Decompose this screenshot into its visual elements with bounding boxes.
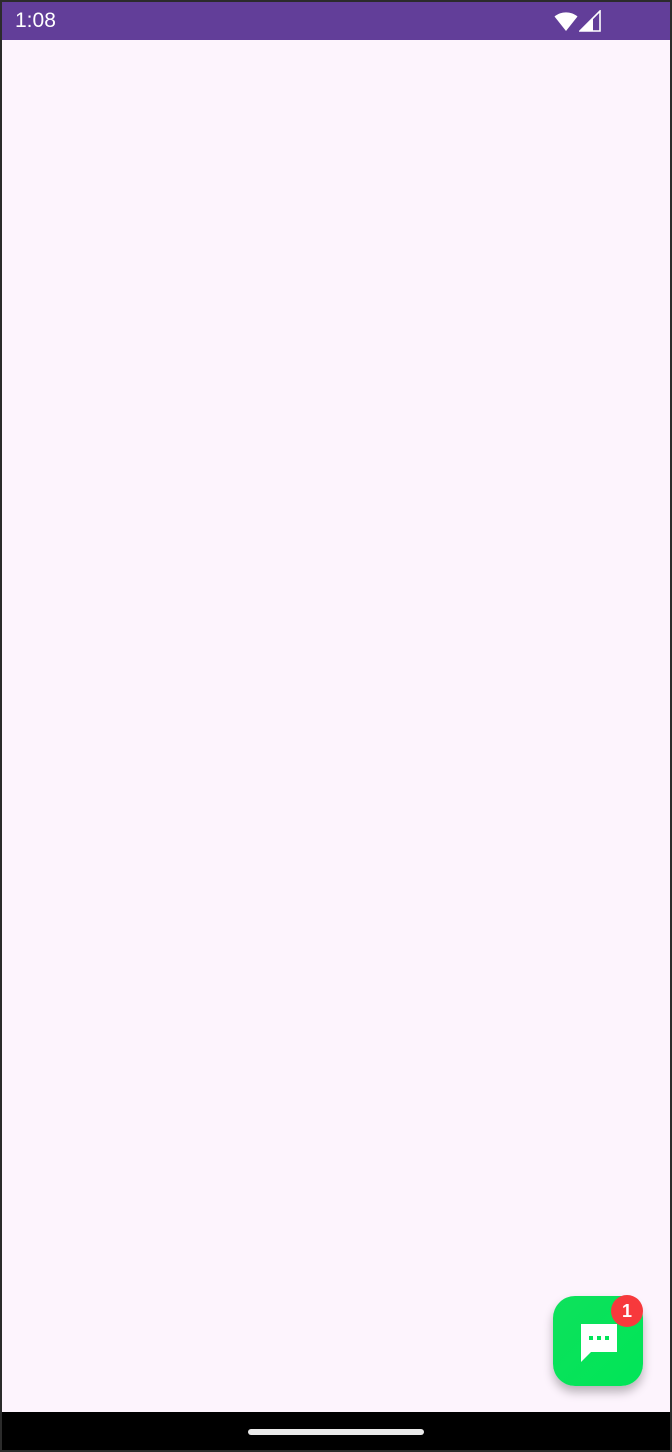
status-time: 1:08	[15, 9, 56, 32]
main-content-area	[2, 40, 670, 1412]
cellular-signal-icon	[579, 10, 601, 32]
status-bar: 1:08	[2, 2, 670, 40]
navigation-bar	[2, 1412, 670, 1450]
notification-badge: 1	[611, 1295, 643, 1327]
home-gesture-handle[interactable]	[248, 1429, 424, 1435]
chat-bubble-icon	[581, 1324, 617, 1362]
phone-screen: 1:08 1	[2, 2, 670, 1450]
chat-button[interactable]: 1	[553, 1295, 643, 1386]
wifi-icon	[554, 12, 578, 31]
